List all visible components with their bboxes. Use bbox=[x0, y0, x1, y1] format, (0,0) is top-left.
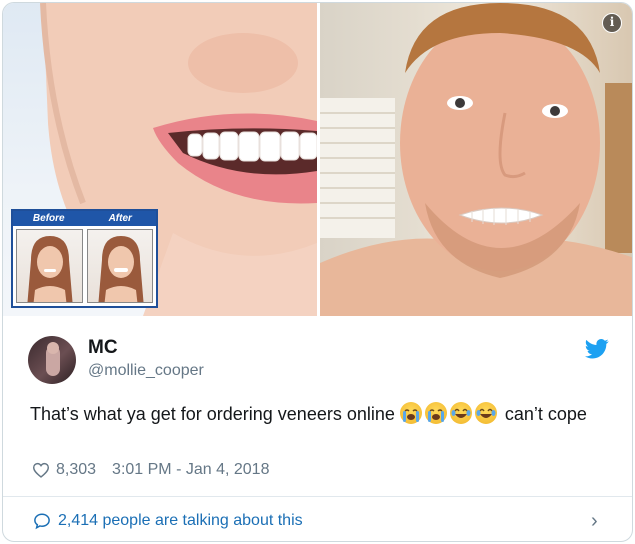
tweet-text-main: That’s what ya get for ordering veneers … bbox=[30, 404, 400, 424]
chevron-right-icon[interactable]: › bbox=[591, 510, 598, 533]
tweet-text-end: can’t cope bbox=[499, 404, 587, 424]
tweet-timestamp[interactable]: 3:01 PM - Jan 4, 2018 bbox=[112, 461, 269, 479]
speech-bubble-icon bbox=[34, 513, 50, 530]
tweet-media[interactable]: Before After i bbox=[3, 3, 632, 316]
veneer-advert-image[interactable]: Before After bbox=[3, 3, 317, 316]
tweet-card: Before After i MC @mollie_cooper That’s … bbox=[2, 2, 633, 542]
tweet-body: MC @mollie_cooper That’s what ya get for… bbox=[3, 316, 632, 541]
like-count[interactable]: 8,303 bbox=[56, 461, 96, 479]
loudly-crying-face-icon bbox=[424, 402, 447, 424]
loudly-crying-face-icon bbox=[399, 402, 422, 424]
after-label: After bbox=[108, 213, 132, 224]
before-after-header: Before After bbox=[13, 211, 156, 226]
tweet-text: That’s what ya get for ordering veneers … bbox=[30, 400, 620, 428]
info-icon[interactable]: i bbox=[602, 13, 622, 33]
display-name[interactable]: MC bbox=[88, 337, 118, 359]
tweet-meta: 8,303 3:01 PM - Jan 4, 2018 bbox=[32, 461, 269, 479]
before-label: Before bbox=[32, 213, 65, 224]
before-photo bbox=[16, 229, 83, 303]
man-selfie-illustration bbox=[320, 3, 632, 316]
face-with-tears-of-joy-icon bbox=[474, 402, 497, 424]
talking-about-link[interactable]: 2,414 people are talking about this bbox=[58, 512, 303, 530]
after-photo bbox=[86, 229, 153, 303]
before-after-inset: Before After bbox=[11, 209, 158, 308]
face-with-tears-of-joy-icon bbox=[449, 402, 472, 424]
avatar[interactable] bbox=[28, 336, 76, 384]
user-handle[interactable]: @mollie_cooper bbox=[88, 362, 204, 380]
twitter-bird-icon[interactable] bbox=[585, 338, 609, 360]
selfie-image[interactable]: i bbox=[320, 3, 632, 316]
tweet-footer[interactable]: 2,414 people are talking about this › bbox=[3, 496, 632, 541]
heart-icon[interactable] bbox=[32, 462, 50, 478]
